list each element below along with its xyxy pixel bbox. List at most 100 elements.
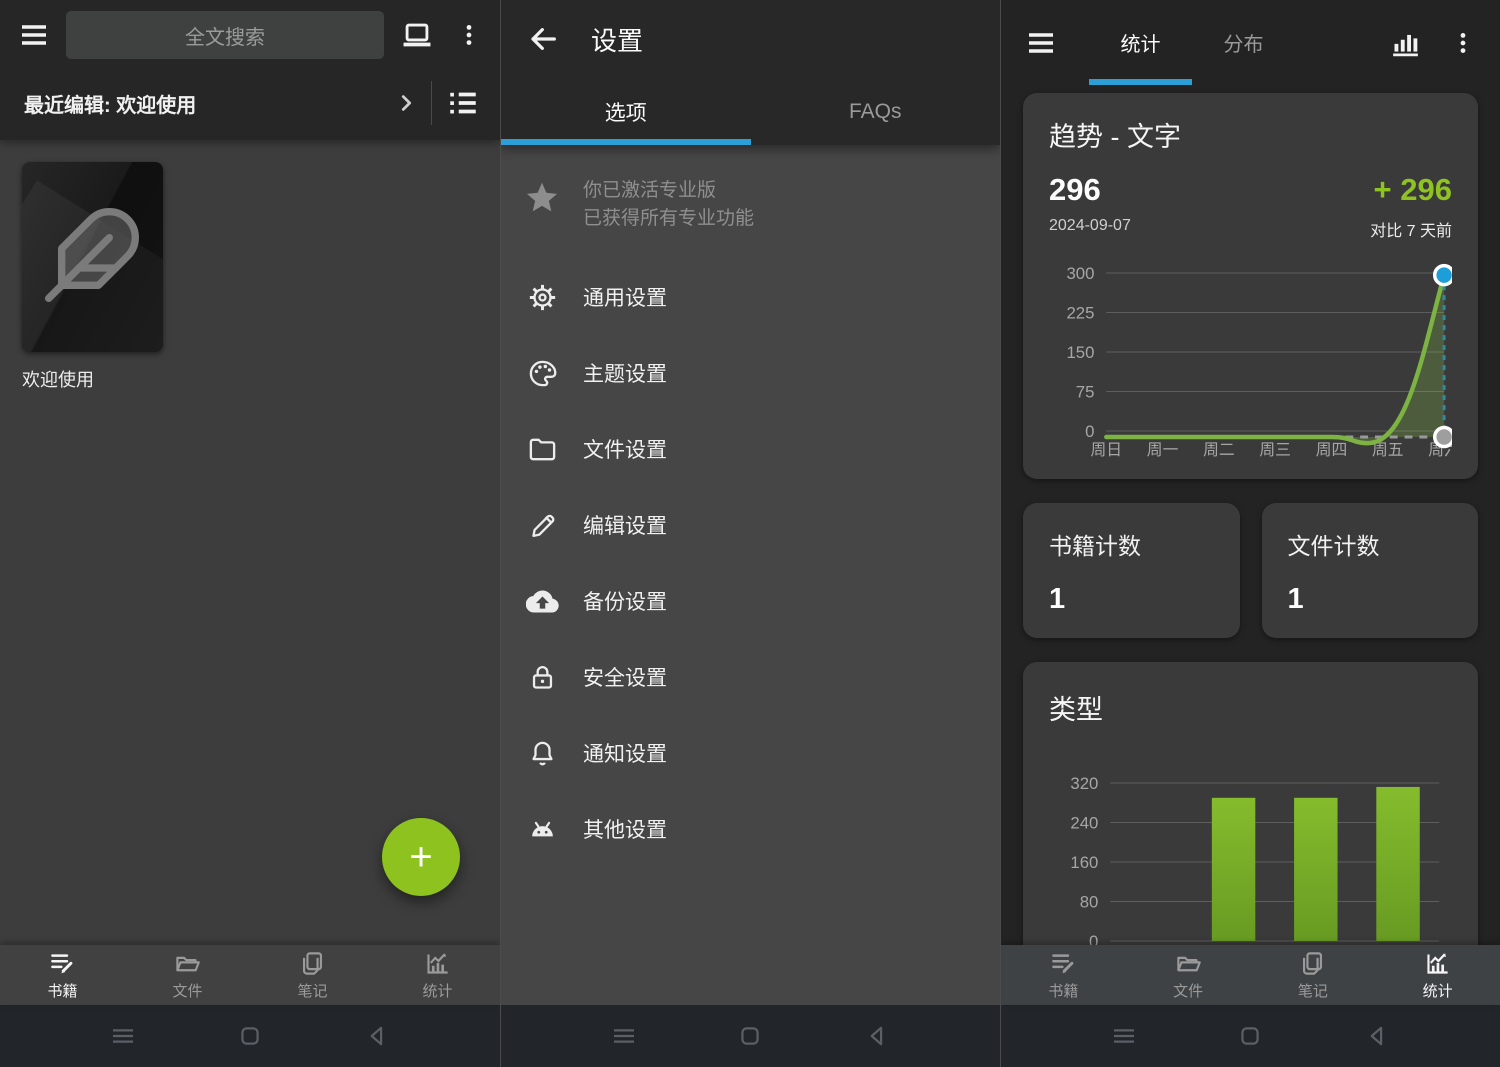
svg-text:周五: 周五 (1372, 442, 1404, 459)
books-topbar: 全文搜索 最近编辑: 欢迎使用 (0, 0, 500, 140)
type-bar-chart: 320 240 160 80 0 (1049, 753, 1452, 945)
nav-item-files[interactable]: 文件 (1126, 945, 1251, 1005)
nav-label: 笔记 (297, 980, 327, 1001)
settings-item-security[interactable]: 安全设置 (501, 639, 1000, 715)
settings-item-label: 安全设置 (583, 662, 667, 692)
svg-text:周三: 周三 (1259, 442, 1291, 459)
pro-line2: 已获得所有专业功能 (583, 205, 754, 233)
trend-line-chart: 300225150750周日周一周二周三周四周五周六 (1049, 251, 1452, 465)
nav-item-notes[interactable]: 笔记 (250, 945, 375, 1005)
svg-text:0: 0 (1085, 422, 1094, 441)
add-book-fab[interactable]: + (382, 818, 460, 896)
tab-options[interactable]: 选项 (501, 78, 751, 145)
menu-icon[interactable] (1025, 27, 1057, 59)
file-count-card: 文件计数 1 (1262, 503, 1479, 638)
nav-label: 书籍 (47, 980, 77, 1001)
settings-item-backup[interactable]: 备份设置 (501, 563, 1000, 639)
settings-item-notifications[interactable]: 通知设置 (501, 715, 1000, 791)
nav-label: 文件 (1173, 980, 1203, 1001)
pro-line1: 你已激活专业版 (583, 177, 754, 205)
android-menu-button[interactable] (60, 1005, 187, 1067)
svg-text:300: 300 (1066, 264, 1094, 283)
settings-header: 设置 选项 FAQs (501, 0, 1000, 145)
settings-item-label: 备份设置 (583, 586, 667, 616)
chart-type-icon[interactable] (1389, 26, 1422, 59)
stats-content: 趋势 - 文字 296 2024-09-07 + 296 对比 7 天前 300… (1001, 85, 1500, 945)
svg-text:周日: 周日 (1090, 442, 1122, 459)
file-count-label: 文件计数 (1288, 527, 1453, 561)
divider (431, 81, 432, 125)
stats-icon (1424, 950, 1451, 977)
settings-list: 你已激活专业版 已获得所有专业功能 通用设置 主题设置 文件设置 编辑设置 (501, 145, 1000, 1005)
stats-icon (424, 950, 451, 977)
book-item[interactable]: 欢迎使用 (22, 162, 478, 392)
nav-item-stats[interactable]: 统计 (375, 945, 500, 1005)
books-icon (49, 950, 76, 977)
trend-title: 趋势 - 文字 (1049, 115, 1452, 154)
pencil-icon (527, 510, 558, 541)
svg-text:0: 0 (1089, 932, 1098, 945)
android-back-button[interactable] (1314, 1005, 1440, 1067)
svg-text:240: 240 (1070, 813, 1098, 832)
settings-item-general[interactable]: 通用设置 (501, 259, 1000, 335)
android-back-button[interactable] (313, 1005, 440, 1067)
folder-open-icon (1175, 950, 1202, 977)
tab-faqs[interactable]: FAQs (751, 78, 1001, 145)
books-bottom-nav: 书籍 文件 笔记 统计 (0, 945, 500, 1005)
book-cover[interactable] (22, 162, 163, 352)
android-menu-button[interactable] (561, 1005, 687, 1067)
android-overview-button[interactable] (687, 1005, 813, 1067)
list-view-icon[interactable] (446, 86, 480, 120)
android-back-button[interactable] (814, 1005, 940, 1067)
book-title: 欢迎使用 (22, 366, 163, 392)
settings-item-label: 通知设置 (583, 738, 667, 768)
nav-item-books[interactable]: 书籍 (1001, 945, 1126, 1005)
chevron-right-icon[interactable] (395, 92, 417, 114)
settings-item-label: 主题设置 (583, 358, 667, 388)
stats-tabs: 统计 分布 (1089, 0, 1295, 85)
nav-item-stats[interactable]: 统计 (1375, 945, 1500, 1005)
svg-text:160: 160 (1070, 853, 1098, 872)
settings-item-label: 文件设置 (583, 434, 667, 464)
back-arrow-icon[interactable] (527, 23, 559, 55)
panel-books: 全文搜索 最近编辑: 欢迎使用 (0, 0, 500, 1067)
recent-edited-row[interactable]: 最近编辑: 欢迎使用 (0, 70, 500, 136)
page-title: 设置 (591, 21, 643, 58)
overflow-menu-icon[interactable] (456, 20, 482, 50)
pro-status-row[interactable]: 你已激活专业版 已获得所有专业功能 (501, 157, 1000, 259)
svg-text:320: 320 (1070, 774, 1098, 793)
android-overview-button[interactable] (187, 1005, 314, 1067)
plus-icon: + (409, 835, 432, 880)
nav-item-notes[interactable]: 笔记 (1251, 945, 1376, 1005)
star-icon (524, 179, 560, 215)
laptop-mode-icon[interactable] (400, 18, 434, 52)
stats-header: 统计 分布 (1001, 0, 1500, 85)
nav-item-books[interactable]: 书籍 (0, 945, 125, 1005)
trend-delta: + 296 (1370, 172, 1452, 208)
settings-item-other[interactable]: 其他设置 (501, 791, 1000, 867)
trend-delta-caption: 对比 7 天前 (1370, 217, 1452, 241)
settings-item-theme[interactable]: 主题设置 (501, 335, 1000, 411)
android-menu-button[interactable] (1061, 1005, 1187, 1067)
menu-icon[interactable] (18, 19, 50, 51)
cloud-upload-icon (526, 585, 559, 618)
nav-item-files[interactable]: 文件 (125, 945, 250, 1005)
tab-distribution[interactable]: 分布 (1192, 0, 1295, 85)
lock-icon (528, 663, 557, 692)
android-overview-button[interactable] (1187, 1005, 1313, 1067)
svg-text:80: 80 (1080, 892, 1099, 911)
feather-icon (40, 200, 144, 310)
settings-item-label: 通用设置 (583, 282, 667, 312)
stitched-screenshots: 全文搜索 最近编辑: 欢迎使用 (0, 0, 1500, 1067)
stats-bottom-nav: 书籍 文件 笔记 统计 (1001, 945, 1500, 1005)
folder-open-icon (174, 950, 201, 977)
search-placeholder: 全文搜索 (185, 21, 265, 50)
settings-item-editor[interactable]: 编辑设置 (501, 487, 1000, 563)
settings-item-label: 编辑设置 (583, 510, 667, 540)
tab-statistics[interactable]: 统计 (1089, 0, 1192, 85)
settings-item-files[interactable]: 文件设置 (501, 411, 1000, 487)
svg-text:周一: 周一 (1147, 442, 1179, 459)
overflow-menu-icon[interactable] (1450, 28, 1476, 58)
search-input[interactable]: 全文搜索 (66, 11, 384, 59)
gear-icon (527, 282, 558, 313)
